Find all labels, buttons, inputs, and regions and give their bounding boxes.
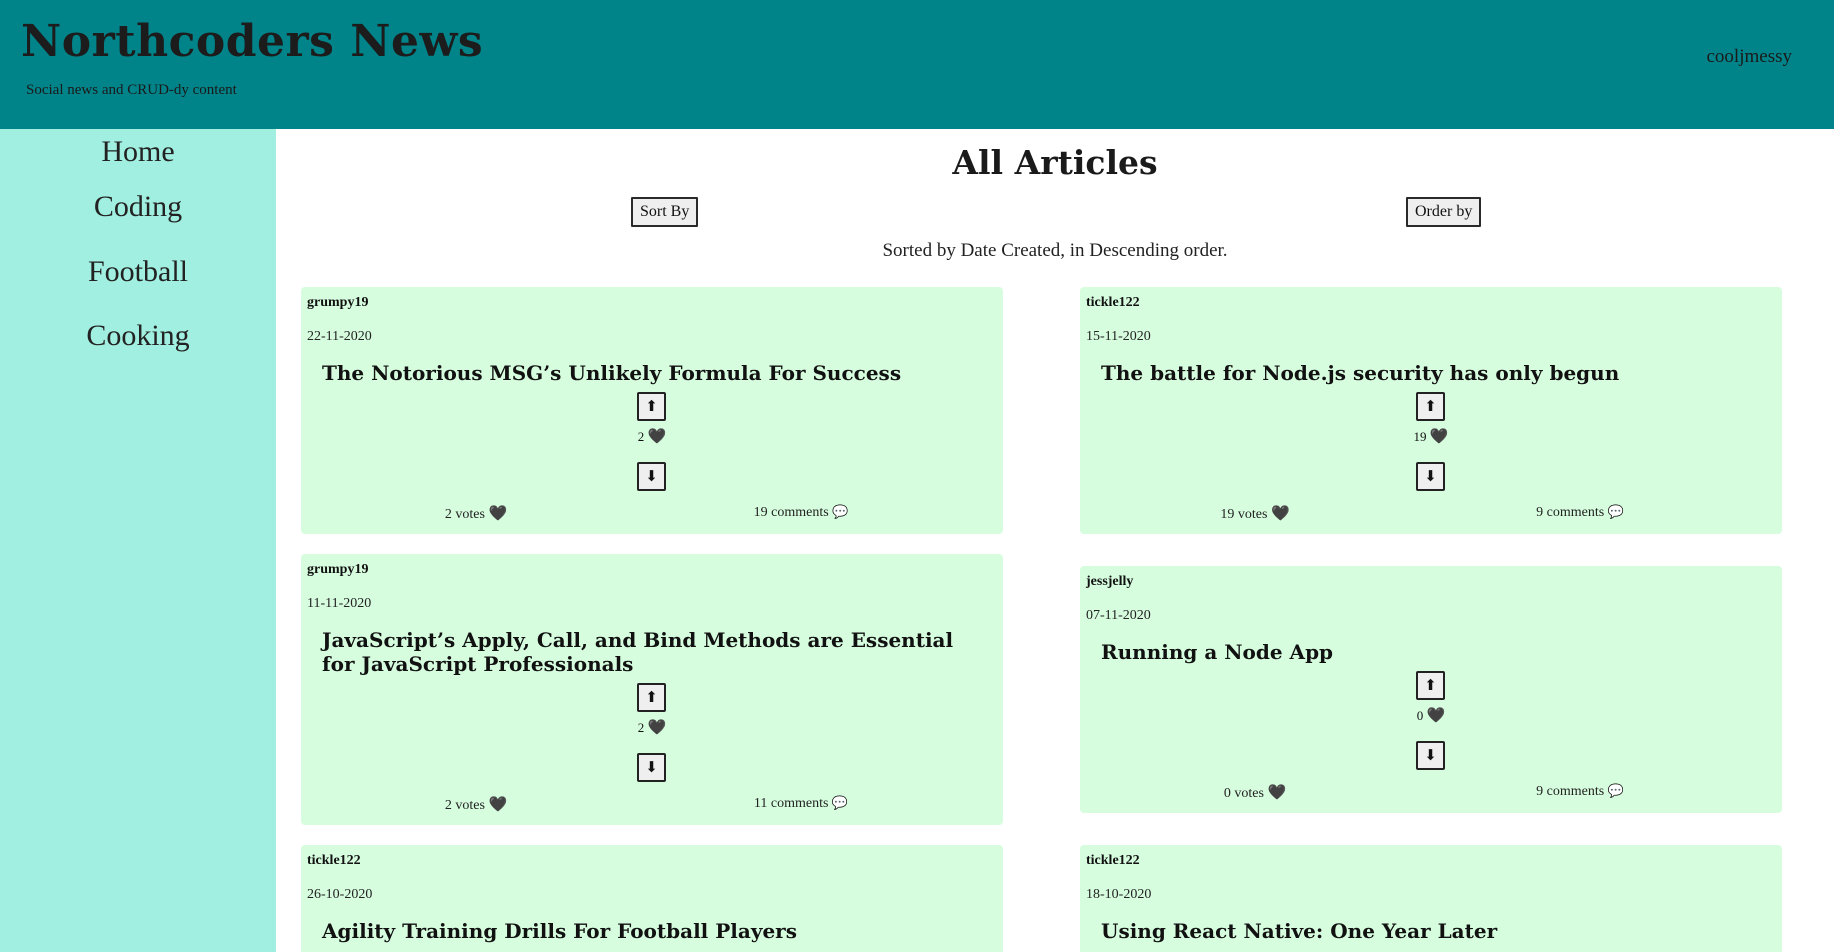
site-title[interactable]: Northcoders News xyxy=(21,16,483,67)
article-date: 07-11-2020 xyxy=(1086,608,1151,623)
arrow-up-icon: ⬆ xyxy=(645,398,658,415)
sidebar-item-football[interactable]: Football xyxy=(0,255,276,289)
main-content: All Articles Sort By Order by Sorted by … xyxy=(276,129,1834,952)
votes-label: 2 votes 🖤 xyxy=(444,797,508,813)
vote-count: 2 🖤 xyxy=(637,720,667,736)
sort-by-button[interactable]: Sort By xyxy=(631,197,699,227)
heart-icon: 🖤 xyxy=(1270,506,1290,522)
downvote-button[interactable]: ⬇ xyxy=(1416,462,1445,491)
heart-icon: 🖤 xyxy=(1426,708,1446,724)
article-date: 15-11-2020 xyxy=(1086,329,1151,344)
comments-label[interactable]: 9 comments 💬 xyxy=(1505,783,1655,800)
article-date: 26-10-2020 xyxy=(307,887,373,902)
downvote-button[interactable]: ⬇ xyxy=(1416,741,1445,770)
downvote-button[interactable]: ⬇ xyxy=(637,462,666,491)
article-author: grumpy19 xyxy=(307,295,369,310)
order-by-button[interactable]: Order by xyxy=(1406,197,1482,227)
article-card: tickle122 18-10-2020 Using React Native:… xyxy=(1080,845,1782,952)
comments-label[interactable]: 11 comments 💬 xyxy=(726,795,876,812)
arrow-down-icon: ⬇ xyxy=(645,759,658,776)
article-author: tickle122 xyxy=(307,853,361,868)
article-title[interactable]: JavaScript’s Apply, Call, and Bind Metho… xyxy=(322,628,982,676)
heart-icon: 🖤 xyxy=(647,429,667,445)
article-title[interactable]: Agility Training Drills For Football Pla… xyxy=(322,919,982,943)
sort-status-text: Sorted by Date Created, in Descending or… xyxy=(882,240,1228,261)
article-card: grumpy19 11-11-2020 JavaScript’s Apply, … xyxy=(301,554,1003,825)
article-author: tickle122 xyxy=(1086,295,1140,310)
votes-label: 0 votes 🖤 xyxy=(1223,785,1287,801)
site-tagline: Social news and CRUD-dy content xyxy=(26,82,237,98)
arrow-down-icon: ⬇ xyxy=(1424,747,1437,764)
current-user[interactable]: cooljmessy xyxy=(1707,46,1793,68)
vote-count: 2 🖤 xyxy=(637,429,667,445)
speech-bubble-icon: 💬 xyxy=(1607,504,1624,519)
upvote-button[interactable]: ⬆ xyxy=(1416,671,1445,700)
arrow-up-icon: ⬆ xyxy=(645,689,658,706)
article-author: grumpy19 xyxy=(307,562,369,577)
upvote-button[interactable]: ⬆ xyxy=(1416,392,1445,421)
sidebar-item-coding[interactable]: Coding xyxy=(0,190,276,224)
article-date: 22-11-2020 xyxy=(307,329,372,344)
comments-label[interactable]: 9 comments 💬 xyxy=(1505,504,1655,521)
article-card: grumpy19 22-11-2020 The Notorious MSG’s … xyxy=(301,287,1003,534)
downvote-button[interactable]: ⬇ xyxy=(637,753,666,782)
article-date: 18-10-2020 xyxy=(1086,887,1152,902)
article-author: tickle122 xyxy=(1086,853,1140,868)
sidebar-item-home[interactable]: Home xyxy=(0,135,276,169)
heart-icon: 🖤 xyxy=(1429,429,1449,445)
heart-icon: 🖤 xyxy=(647,720,667,736)
article-card: tickle122 26-10-2020 Agility Training Dr… xyxy=(301,845,1003,952)
heart-icon: 🖤 xyxy=(488,797,508,813)
site-header: Northcoders News Social news and CRUD-dy… xyxy=(0,0,1834,129)
speech-bubble-icon: 💬 xyxy=(1607,783,1624,798)
upvote-button[interactable]: ⬆ xyxy=(637,392,666,421)
arrow-down-icon: ⬇ xyxy=(645,468,658,485)
article-title[interactable]: Using React Native: One Year Later xyxy=(1101,919,1761,943)
article-date: 11-11-2020 xyxy=(307,596,372,611)
heart-icon: 🖤 xyxy=(488,506,508,522)
vote-count: 19 🖤 xyxy=(1413,429,1449,445)
article-title[interactable]: The Notorious MSG’s Unlikely Formula For… xyxy=(322,361,982,385)
article-title[interactable]: The battle for Node.js security has only… xyxy=(1101,361,1761,385)
article-author: jessjelly xyxy=(1086,574,1134,589)
speech-bubble-icon: 💬 xyxy=(831,795,849,810)
arrow-up-icon: ⬆ xyxy=(1424,398,1437,415)
heart-icon: 🖤 xyxy=(1267,785,1287,801)
sidebar-item-cooking[interactable]: Cooking xyxy=(0,319,276,353)
vote-count: 0 🖤 xyxy=(1416,708,1446,724)
article-title[interactable]: Running a Node App xyxy=(1101,640,1761,664)
upvote-button[interactable]: ⬆ xyxy=(637,683,666,712)
votes-label: 19 votes 🖤 xyxy=(1220,506,1290,522)
speech-bubble-icon: 💬 xyxy=(832,504,849,519)
arrow-down-icon: ⬇ xyxy=(1424,468,1437,485)
arrow-up-icon: ⬆ xyxy=(1424,677,1437,694)
article-card: tickle122 15-11-2020 The battle for Node… xyxy=(1080,287,1782,534)
article-card: jessjelly 07-11-2020 Running a Node App … xyxy=(1080,566,1782,813)
comments-label[interactable]: 19 comments 💬 xyxy=(726,504,876,521)
page-title: All Articles xyxy=(952,143,1158,182)
votes-label: 2 votes 🖤 xyxy=(444,506,508,522)
sidebar: Home Coding Football Cooking xyxy=(0,129,276,952)
